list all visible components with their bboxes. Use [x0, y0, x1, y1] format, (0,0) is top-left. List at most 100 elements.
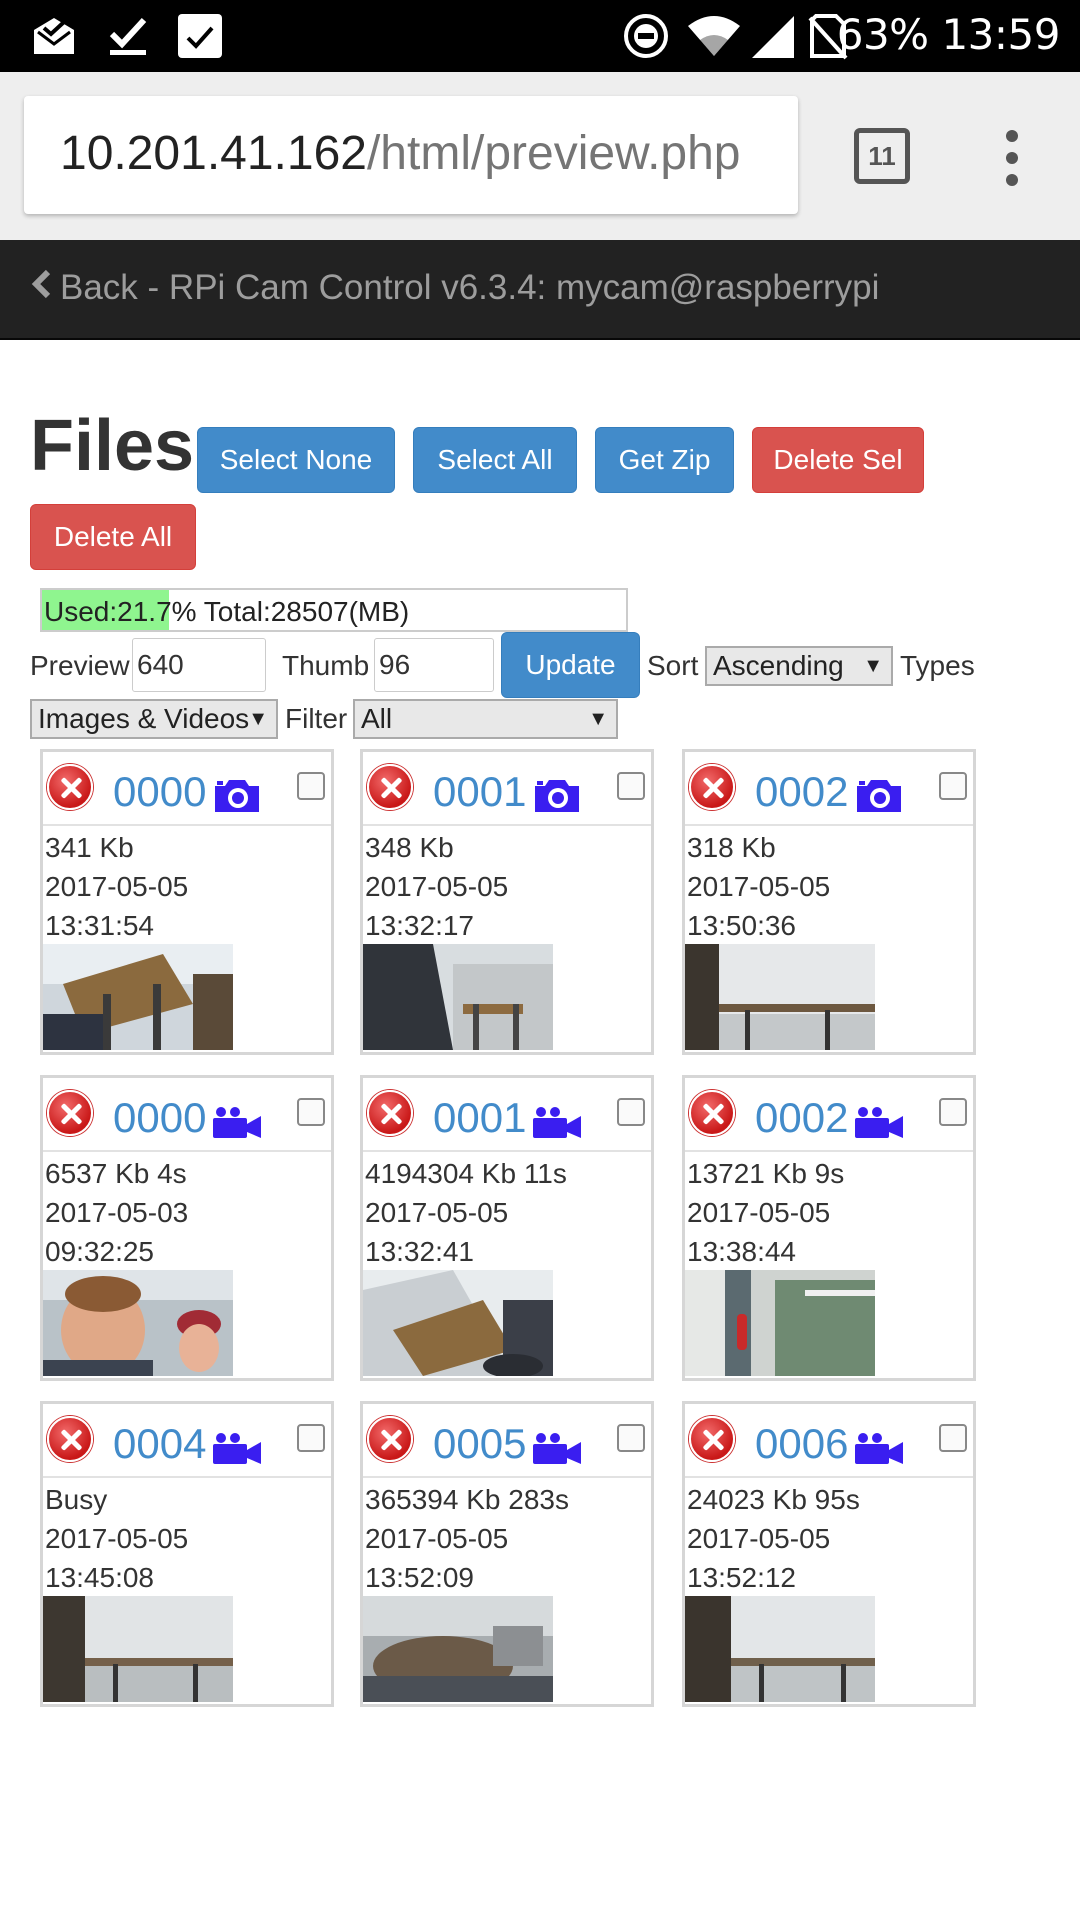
file-select-checkbox[interactable]: [939, 772, 967, 800]
file-date: 2017-05-05: [365, 1197, 509, 1228]
file-card: 0001 348 Kb 2017-05-05 13:32:17: [360, 749, 654, 1055]
video-camera-icon: [855, 1433, 903, 1464]
file-size: 24023 Kb 95s: [687, 1484, 860, 1515]
file-select-checkbox[interactable]: [617, 1424, 645, 1452]
file-name-link[interactable]: 0000: [113, 768, 206, 816]
file-select-checkbox[interactable]: [297, 772, 325, 800]
get-zip-button[interactable]: Get Zip: [595, 427, 734, 493]
delete-file-icon[interactable]: [367, 764, 413, 810]
select-all-button[interactable]: Select All: [413, 427, 577, 493]
file-date: 2017-05-05: [687, 1523, 831, 1554]
url-bar[interactable]: 10.201.41.162/html/preview.php: [24, 96, 798, 214]
file-select-checkbox[interactable]: [617, 1098, 645, 1126]
file-card: 0001 4194304 Kb 11s 2017-05-05 13:32:41: [360, 1075, 654, 1381]
file-name-link[interactable]: 0005: [433, 1420, 526, 1468]
file-select-checkbox[interactable]: [939, 1424, 967, 1452]
select-none-button[interactable]: Select None: [197, 427, 395, 493]
types-label: Types: [900, 650, 975, 681]
video-camera-icon: [533, 1107, 581, 1138]
back-link[interactable]: Back - RPi Cam Control v6.3.4: mycam@ras…: [30, 268, 879, 308]
delete-file-icon[interactable]: [689, 764, 735, 810]
url-host: 10.201.41.162: [60, 127, 367, 180]
preview-size-input[interactable]: 640: [132, 638, 266, 692]
file-date: 2017-05-05: [687, 1197, 831, 1228]
status-battery-time: 63% 13:59: [836, 10, 1061, 59]
file-date: 2017-05-05: [45, 1523, 189, 1554]
file-date: 2017-05-05: [365, 1523, 509, 1554]
file-thumbnail[interactable]: [43, 1270, 233, 1376]
file-name-link[interactable]: 0002: [755, 768, 848, 816]
file-time: 13:52:09: [365, 1562, 474, 1593]
file-name-link[interactable]: 0000: [113, 1094, 206, 1142]
delete-file-icon[interactable]: [367, 1090, 413, 1136]
file-size: 341 Kb: [45, 832, 134, 863]
file-time: 13:50:36: [687, 910, 796, 941]
tab-switcher-button[interactable]: 11: [854, 128, 910, 184]
filter-select-value: All: [361, 703, 393, 734]
delete-file-icon[interactable]: [47, 1090, 93, 1136]
file-size: Busy: [45, 1484, 108, 1515]
file-time: 13:32:41: [365, 1236, 474, 1267]
url-text[interactable]: 10.201.41.162/html/preview.php: [60, 126, 741, 181]
file-select-checkbox[interactable]: [617, 772, 645, 800]
file-card-header: 0001: [363, 1078, 651, 1152]
file-name-link[interactable]: 0001: [433, 1094, 526, 1142]
file-thumbnail[interactable]: [685, 1596, 875, 1702]
file-card: 0002 318 Kb 2017-05-05 13:50:36: [682, 749, 976, 1055]
thumb-size-input[interactable]: 96: [374, 638, 494, 692]
file-thumbnail[interactable]: [363, 1596, 553, 1702]
file-card: 0000 6537 Kb 4s 2017-05-03 09:32:25: [40, 1075, 334, 1381]
back-link-label: Back - RPi Cam Control v6.3.4: mycam@ras…: [60, 268, 880, 307]
delete-file-icon[interactable]: [47, 1416, 93, 1462]
file-name-link[interactable]: 0006: [755, 1420, 848, 1468]
file-card: 0006 24023 Kb 95s 2017-05-05 13:52:12: [682, 1401, 976, 1707]
file-card: 0004 Busy 2017-05-05 13:45:08: [40, 1401, 334, 1707]
status-bar: 63% 13:59: [0, 0, 1080, 72]
delete-file-icon[interactable]: [689, 1090, 735, 1136]
types-select[interactable]: Images & Videos ▼: [30, 699, 278, 739]
file-card-header: 0002: [685, 1078, 973, 1152]
camera-icon: [857, 780, 901, 812]
file-select-checkbox[interactable]: [297, 1424, 325, 1452]
delete-file-icon[interactable]: [367, 1416, 413, 1462]
file-time: 13:52:12: [687, 1562, 796, 1593]
file-name-link[interactable]: 0004: [113, 1420, 206, 1468]
file-time: 13:45:08: [45, 1562, 154, 1593]
camera-icon: [215, 780, 259, 812]
update-button[interactable]: Update: [501, 632, 640, 698]
battery-level: 63%: [836, 10, 929, 59]
video-camera-icon: [213, 1433, 261, 1464]
sort-select[interactable]: Ascending ▼: [705, 646, 893, 686]
file-name-link[interactable]: 0001: [433, 768, 526, 816]
delete-all-button[interactable]: Delete All: [30, 504, 196, 570]
chevron-left-icon: [31, 269, 51, 299]
file-name-link[interactable]: 0002: [755, 1094, 848, 1142]
url-path: /html/preview.php: [366, 127, 741, 180]
file-date: 2017-05-05: [687, 871, 831, 902]
check-box-icon: [178, 14, 222, 58]
file-thumbnail[interactable]: [685, 1270, 875, 1376]
mail-done-icon: [34, 18, 74, 54]
filter-select[interactable]: All ▼: [353, 699, 618, 739]
file-thumbnail[interactable]: [685, 944, 875, 1050]
file-size: 4194304 Kb 11s: [365, 1158, 567, 1189]
file-select-checkbox[interactable]: [297, 1098, 325, 1126]
page-title: Files: [30, 406, 195, 486]
file-thumbnail[interactable]: [363, 1270, 553, 1376]
delete-file-icon[interactable]: [689, 1416, 735, 1462]
file-card-header: 0002: [685, 752, 973, 826]
delete-selected-button[interactable]: Delete Sel: [752, 427, 924, 493]
preview-label: Preview: [30, 650, 130, 681]
file-thumbnail[interactable]: [43, 1596, 233, 1702]
file-card-header: 0000: [43, 752, 331, 826]
file-time: 13:32:17: [365, 910, 474, 941]
file-card-header: 0001: [363, 752, 651, 826]
file-thumbnail[interactable]: [43, 944, 233, 1050]
file-date: 2017-05-03: [45, 1197, 189, 1228]
file-thumbnail[interactable]: [363, 944, 553, 1050]
video-camera-icon: [533, 1433, 581, 1464]
filter-label: Filter: [285, 703, 348, 734]
delete-file-icon[interactable]: [47, 764, 93, 810]
file-select-checkbox[interactable]: [939, 1098, 967, 1126]
overflow-menu-button[interactable]: [994, 130, 1030, 190]
